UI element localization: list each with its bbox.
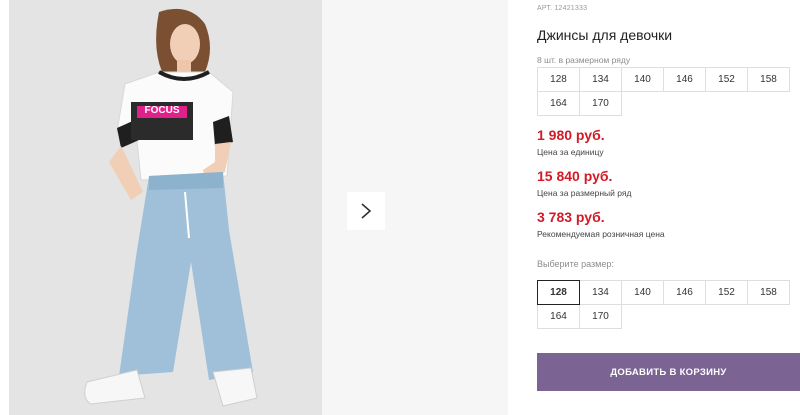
pack-size-cell-170: 170 [579, 91, 622, 116]
article-number: АРТ. 12421333 [537, 5, 587, 12]
article-label: АРТ. [537, 5, 553, 12]
size-option-158[interactable]: 158 [747, 280, 790, 305]
size-option-134[interactable]: 134 [579, 280, 622, 305]
pack-size-cell-164: 164 [537, 91, 580, 116]
add-to-cart-button[interactable]: ДОБАВИТЬ В КОРЗИНУ [537, 353, 800, 391]
pack-price: 15 840 руб. [537, 168, 613, 184]
pack-size-cell-152: 152 [705, 67, 748, 92]
pack-size-cell-128: 128 [537, 67, 580, 92]
chevron-right-icon [361, 203, 372, 219]
size-option-170[interactable]: 170 [579, 304, 622, 329]
pack-label: 8 шт. в размерном ряду [537, 55, 631, 65]
size-option-146[interactable]: 146 [663, 280, 706, 305]
size-option-164[interactable]: 164 [537, 304, 580, 329]
unit-price-caption: Цена за единицу [537, 147, 604, 157]
tshirt-print-text: FOCUS [144, 105, 180, 116]
pack-size-cell-134: 134 [579, 67, 622, 92]
product-gallery: FOCUS [0, 0, 508, 415]
product-photo-image [9, 0, 322, 415]
size-option-140[interactable]: 140 [621, 280, 664, 305]
retail-price-caption: Рекомендуемая розничная цена [537, 229, 665, 239]
product-photo: FOCUS [9, 0, 322, 415]
pack-size-cell-140: 140 [621, 67, 664, 92]
gallery-next-button[interactable] [347, 192, 385, 230]
article-value: 12421333 [554, 5, 588, 12]
size-select-grid: 128 134 140 146 152 158 164 170 [537, 280, 790, 329]
size-select-label: Выберите размер: [537, 259, 614, 269]
product-title: Джинсы для девочки [537, 27, 673, 43]
size-option-128[interactable]: 128 [537, 280, 580, 305]
pack-size-grid: 128 134 140 146 152 158 164 170 [537, 67, 790, 116]
pack-size-cell-146: 146 [663, 67, 706, 92]
pack-price-caption: Цена за размерный ряд [537, 188, 632, 198]
size-option-152[interactable]: 152 [705, 280, 748, 305]
pack-size-cell-158: 158 [747, 67, 790, 92]
retail-price: 3 783 руб. [537, 209, 605, 225]
product-info-panel: АРТ. 12421333 Джинсы для девочки 8 шт. в… [537, 0, 800, 415]
unit-price: 1 980 руб. [537, 127, 605, 143]
